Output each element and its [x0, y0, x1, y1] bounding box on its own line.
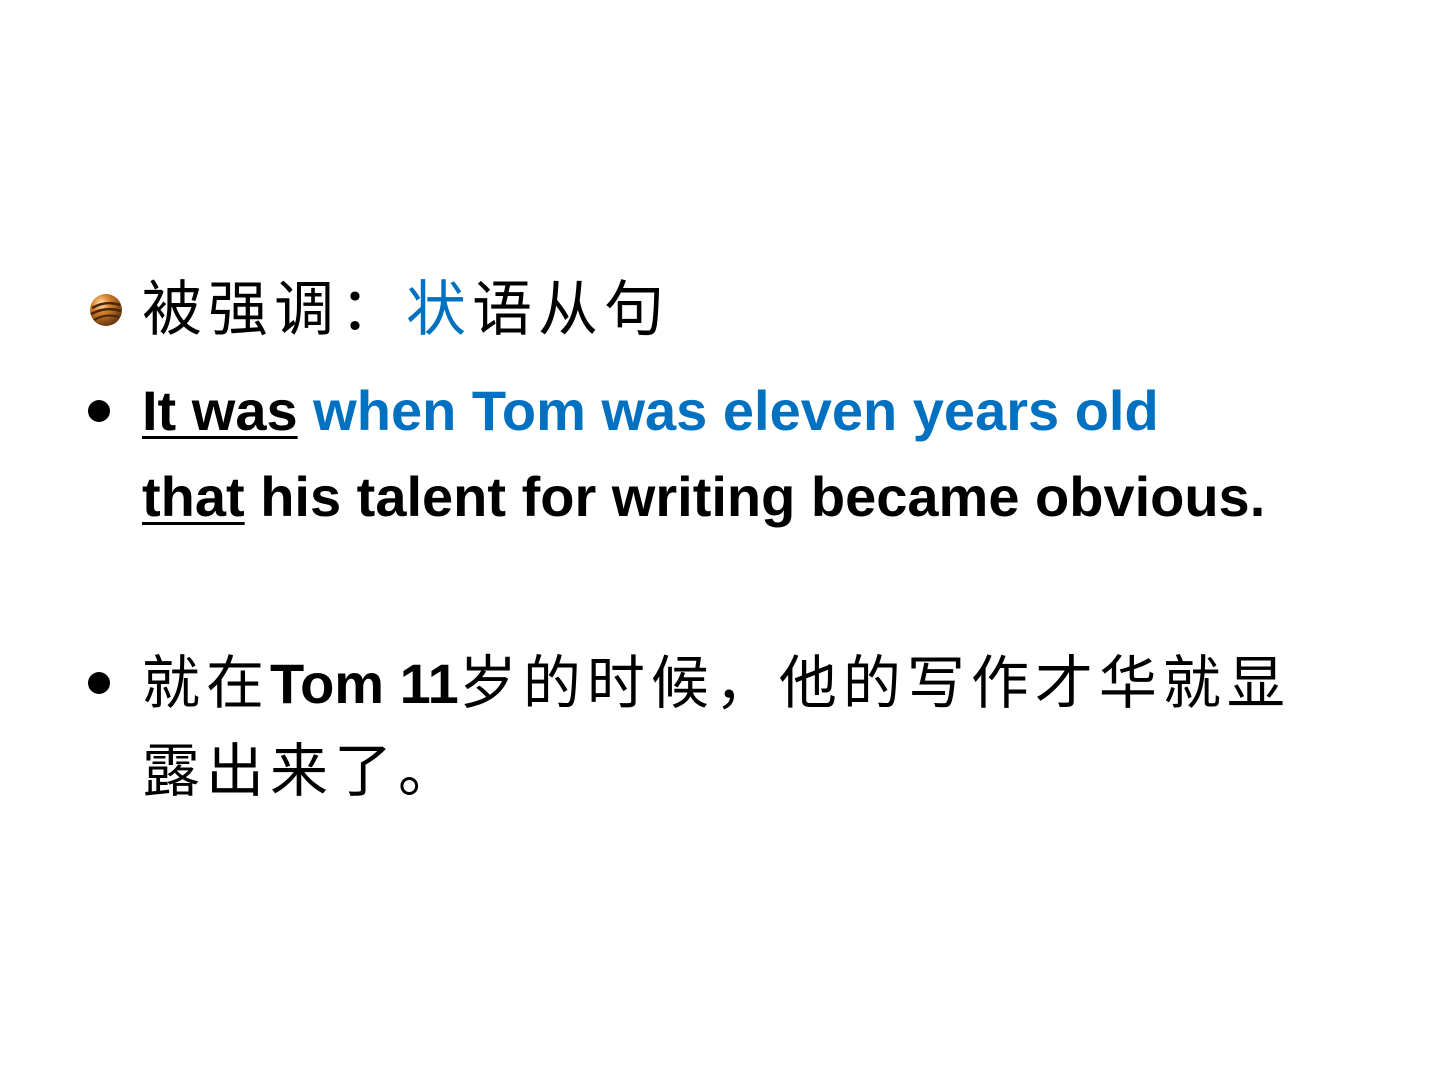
chinese-translation-text: 就在Tom 11岁的时候，他的写作才华就显露出来了。 — [142, 640, 1348, 816]
translation-part2: Tom 11 — [270, 652, 459, 715]
frame-it-was: It was — [142, 379, 298, 442]
orb-bullet-icon — [88, 270, 142, 350]
bullet-item-english-example: It was when Tom was eleven years old that… — [88, 368, 1348, 540]
emphasis-highlight: 状 — [406, 275, 472, 345]
english-example-text: It was when Tom was eleven years old that… — [142, 368, 1348, 540]
translation-part1: 就在 — [142, 649, 271, 717]
emphasis-label: 被强调： — [142, 275, 406, 345]
bullet-item-emphasized: 被强调：状语从句 — [88, 270, 1348, 350]
emphasis-rest: 语从句 — [472, 275, 670, 345]
bullet-item-chinese-translation: 就在Tom 11岁的时候，他的写作才华就显露出来了。 — [88, 640, 1348, 816]
frame-that: that — [142, 465, 245, 528]
adverbial-clause: when Tom was eleven years old — [297, 379, 1159, 442]
bullet-dot — [88, 640, 142, 726]
bullet-dot — [88, 368, 142, 454]
main-clause: his talent for writing became obvious. — [244, 465, 1266, 528]
slide: 被强调：状语从句 It was when Tom was eleven year… — [0, 0, 1440, 1080]
